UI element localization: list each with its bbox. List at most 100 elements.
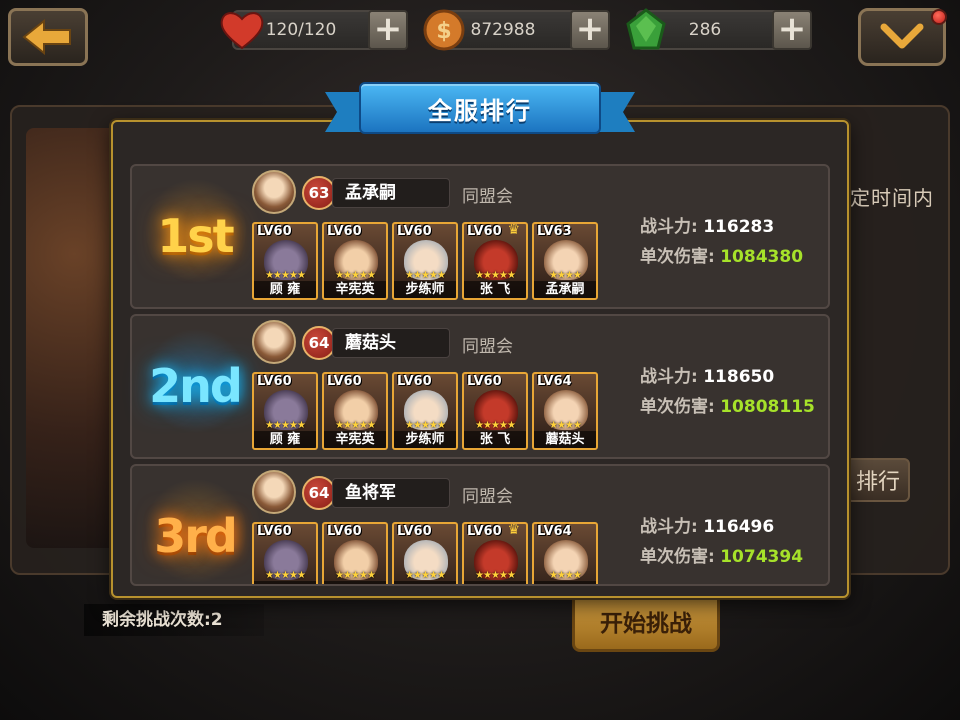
hero-name (464, 581, 526, 584)
gold-coin-icon: $ (423, 9, 465, 51)
heart-icon (220, 12, 264, 50)
player-name: 鱼将军 (332, 478, 450, 508)
hero-card[interactable]: LV60 ★★★★★ 辛宪英 (322, 222, 388, 300)
hero-name: 顾 雍 (254, 431, 316, 448)
banner-ribbon-right (595, 92, 635, 132)
player-stats: 战斗力: 116283 单次伤害: 1084380 (640, 212, 803, 272)
hero-card[interactable]: LV60 ★★★★★ 顾 雍 (252, 222, 318, 300)
hero-stars: ★★★★★ (405, 270, 446, 281)
hero-card[interactable]: LV60 ★★★★★ 辛宪英 (322, 372, 388, 450)
player-avatar[interactable] (252, 320, 296, 364)
rank-entry-1[interactable]: 1st 63 孟承嗣 同盟会 LV60 ★★★★★ 顾 雍 LV60 ★★★★★… (130, 164, 830, 309)
hero-level: LV60 (397, 374, 432, 389)
hero-card[interactable]: LV60 ★★★★★ 张 飞 (462, 372, 528, 450)
hero-level: LV60 (257, 524, 292, 539)
hero-card[interactable]: LV60 ♛ ★★★★★ (462, 522, 528, 584)
hero-card[interactable]: LV64 ★★★★ 蘑菇头 (532, 372, 598, 450)
hearts-bar: 120/120 + (220, 10, 408, 50)
remaining-challenges-label: 剩余挑战次数:2 (84, 604, 264, 636)
gem-icon (626, 8, 666, 50)
hero-card[interactable]: LV60 ★★★★★ 顾 雍 (252, 372, 318, 450)
power-value: 118650 (703, 367, 775, 387)
hero-level: LV60 (467, 224, 502, 239)
background-description-text: 定时间内 (850, 186, 934, 210)
hero-stars: ★★★★★ (405, 420, 446, 431)
player-level-badge: 63 (302, 176, 336, 210)
hero-stars: ★★★★★ (405, 570, 446, 581)
player-level-badge: 64 (302, 476, 336, 510)
notification-dot-icon (931, 9, 947, 25)
hero-stars: ★★★★ (549, 420, 582, 431)
player-avatar[interactable] (252, 170, 296, 214)
hero-level: LV60 (397, 224, 432, 239)
hero-name: 步练师 (394, 431, 456, 448)
power-value: 116283 (703, 217, 775, 237)
hero-card[interactable]: LV60 ★★★★★ (392, 522, 458, 584)
player-avatar[interactable] (252, 470, 296, 514)
hero-stars: ★★★★★ (335, 570, 376, 581)
add-gold-button[interactable]: + (570, 10, 610, 50)
hero-card[interactable]: LV60 ★★★★★ (322, 522, 388, 584)
ranking-title-banner: 全服排行 (325, 82, 635, 142)
hero-stars: ★★★★★ (475, 270, 516, 281)
hero-card[interactable]: LV60 ★★★★★ (252, 522, 318, 584)
hero-level: LV60 (467, 524, 502, 539)
hero-name: 辛宪英 (324, 431, 386, 448)
hero-level: LV64 (537, 524, 572, 539)
hero-lineup: LV60 ★★★★★ LV60 ★★★★★ LV60 ★★★★★ LV60 ♛ … (252, 522, 598, 584)
chevron-down-icon (880, 23, 924, 49)
hero-card[interactable]: LV60 ★★★★★ 步练师 (392, 372, 458, 450)
player-alliance: 同盟会 (462, 187, 513, 207)
hero-level: LV60 (467, 374, 502, 389)
hero-card[interactable]: LV60 ★★★★★ 步练师 (392, 222, 458, 300)
hero-name: 张 飞 (464, 431, 526, 448)
crown-icon: ♛ (507, 222, 520, 238)
hero-level: LV60 (257, 224, 292, 239)
start-challenge-button[interactable]: 开始挑战 (572, 590, 720, 652)
crown-icon: ♛ (507, 522, 520, 538)
hero-stars: ★★★★★ (475, 570, 516, 581)
player-alliance: 同盟会 (462, 487, 513, 507)
player-level-badge: 64 (302, 326, 336, 360)
hero-stars: ★★★★ (549, 570, 582, 581)
damage-value: 10808115 (720, 397, 815, 417)
ranking-title: 全服排行 (359, 82, 601, 134)
add-hearts-button[interactable]: + (368, 10, 408, 50)
damage-label: 单次伤害: (640, 547, 715, 567)
damage-value: 1074394 (720, 547, 804, 567)
hero-name (534, 581, 596, 584)
hero-stars: ★★★★★ (265, 270, 306, 281)
power-label: 战斗力: (640, 367, 698, 387)
hero-name: 顾 雍 (254, 281, 316, 298)
hero-name: 步练师 (394, 281, 456, 298)
hero-card[interactable]: LV60 ♛ ★★★★★ 张 飞 (462, 222, 528, 300)
hero-name: 张 飞 (464, 281, 526, 298)
player-name: 孟承嗣 (332, 178, 450, 208)
hero-card[interactable]: LV64 ★★★★ (532, 522, 598, 584)
rank-entry-3[interactable]: 3rd 64 鱼将军 同盟会 LV60 ★★★★★ LV60 ★★★★★ LV6 (130, 464, 830, 586)
rank-label: 3rd (154, 509, 238, 563)
rank-label: 1st (157, 209, 234, 263)
damage-label: 单次伤害: (640, 247, 715, 267)
hero-name: 孟承嗣 (534, 281, 596, 298)
hero-card[interactable]: LV63 ★★★★ 孟承嗣 (532, 222, 598, 300)
hero-stars: ★★★★ (549, 270, 582, 281)
background-rank-button[interactable]: 排行 (846, 458, 910, 502)
hero-level: LV60 (327, 224, 362, 239)
hero-lineup: LV60 ★★★★★ 顾 雍 LV60 ★★★★★ 辛宪英 LV60 ★★★★★… (252, 372, 598, 450)
back-arrow-icon (22, 19, 71, 55)
hero-level: LV63 (537, 224, 572, 239)
add-gems-button[interactable]: + (772, 10, 812, 50)
player-name: 蘑菇头 (332, 328, 450, 358)
rank-entry-2[interactable]: 2nd 64 蘑菇头 同盟会 LV60 ★★★★★ 顾 雍 LV60 ★★★★★… (130, 314, 830, 459)
hero-stars: ★★★★★ (265, 570, 306, 581)
hero-stars: ★★★★★ (265, 420, 306, 431)
menu-dropdown-button[interactable] (858, 8, 947, 66)
player-stats: 战斗力: 118650 单次伤害: 10808115 (640, 362, 815, 422)
hero-name: 辛宪英 (324, 281, 386, 298)
hero-level: LV64 (537, 374, 572, 389)
back-button[interactable] (8, 8, 88, 66)
damage-value: 1084380 (720, 247, 804, 267)
hero-stars: ★★★★★ (335, 270, 376, 281)
hero-level: LV60 (257, 374, 292, 389)
